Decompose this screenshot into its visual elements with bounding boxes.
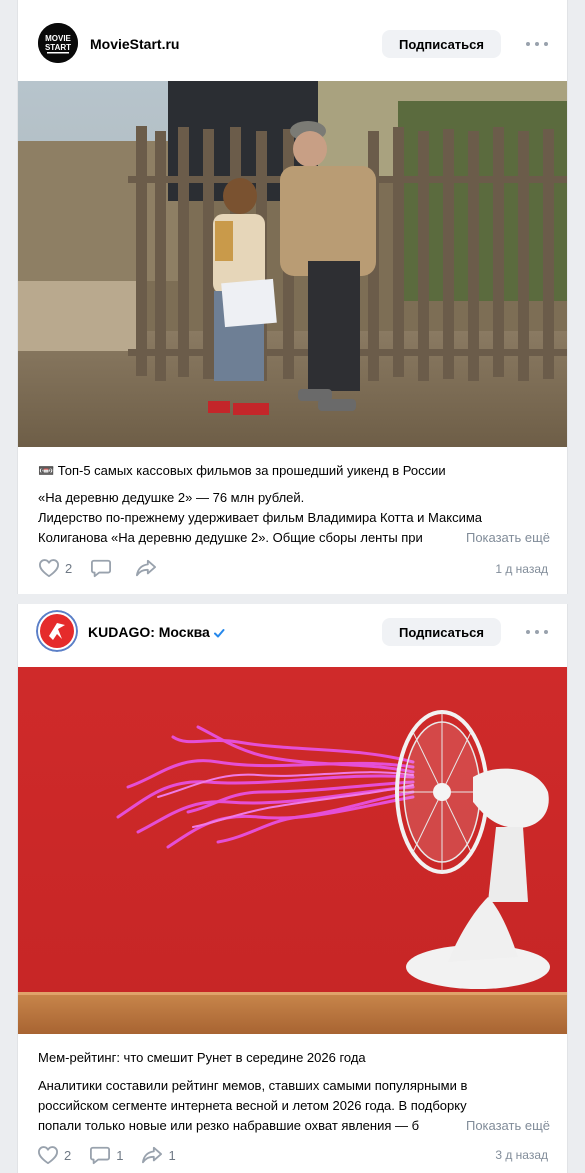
subscribe-button[interactable]: Подписаться xyxy=(382,30,501,58)
post-title: 📼 Топ-5 самых кассовых фильмов за прошед… xyxy=(38,463,446,478)
show-more-link[interactable]: Показать ещё xyxy=(463,1116,550,1136)
kudago-logo xyxy=(36,610,78,652)
svg-text:START: START xyxy=(45,43,71,52)
author-name[interactable]: MovieStart.ru xyxy=(90,36,179,52)
more-options-icon[interactable] xyxy=(526,34,548,54)
share-count: 1 xyxy=(168,1147,176,1163)
comment-icon xyxy=(91,559,112,578)
news-feed: MOVIE START MovieStart.ru Подписаться 📼 … xyxy=(0,0,585,1173)
comment-button[interactable]: 1 xyxy=(89,1145,123,1165)
post-card: MOVIE START MovieStart.ru Подписаться 📼 … xyxy=(17,0,568,594)
like-count: 2 xyxy=(64,1147,72,1163)
post-text-line: российском сегменте интернета весной и л… xyxy=(38,1098,467,1113)
show-more-link[interactable]: Показать ещё xyxy=(463,528,550,548)
post-text-line-last: попали только новые или резко набравшие … xyxy=(38,1116,550,1136)
post-photo[interactable] xyxy=(18,81,567,447)
film-still-image xyxy=(18,81,567,447)
post-text-line: Лидерство по-прежнему удерживает фильм В… xyxy=(38,510,483,525)
heart-icon xyxy=(39,559,59,578)
post-photo[interactable] xyxy=(18,667,567,1034)
post-text-line-last: Колиганова «На деревню дедушке 2». Общие… xyxy=(38,528,550,548)
heart-icon xyxy=(38,1146,58,1165)
fan-ribbons-image xyxy=(18,667,567,1034)
share-icon xyxy=(142,1146,163,1164)
like-button[interactable]: 2 xyxy=(37,1145,71,1165)
post-header: MOVIE START MovieStart.ru Подписаться xyxy=(18,0,567,81)
subscribe-button[interactable]: Подписаться xyxy=(382,618,501,646)
author-avatar[interactable] xyxy=(36,610,78,652)
post-actions: 2 1 1 xyxy=(37,1143,194,1167)
author-name-text: KUDAGO: Москва xyxy=(88,624,210,640)
post-text: «На деревню дедушке 2» — 76 млн рублей. … xyxy=(38,488,550,548)
post-timestamp[interactable]: 3 д назад xyxy=(495,1148,548,1162)
author-avatar[interactable]: MOVIE START xyxy=(38,23,78,63)
share-button[interactable] xyxy=(135,558,162,578)
share-icon xyxy=(136,559,157,577)
svg-text:MOVIE: MOVIE xyxy=(45,34,71,43)
comment-button[interactable] xyxy=(90,558,117,578)
comment-icon xyxy=(90,1146,111,1165)
moviestart-logo: MOVIE START xyxy=(38,23,78,63)
post-text-line: «На деревню дедушке 2» — 76 млн рублей. xyxy=(38,490,305,505)
post-text-line: попали только новые или резко набравшие … xyxy=(38,1118,420,1133)
post-actions: 2 xyxy=(38,556,180,580)
more-options-icon[interactable] xyxy=(526,622,548,642)
post-title: Мем-рейтинг: что смешит Рунет в середине… xyxy=(38,1050,366,1065)
post-header: KUDAGO: Москва Подписаться xyxy=(18,604,567,667)
post-card: KUDAGO: Москва Подписаться Мем-рейтинг: … xyxy=(17,604,568,1173)
post-timestamp[interactable]: 1 д назад xyxy=(495,562,548,576)
like-count: 2 xyxy=(65,560,73,576)
like-button[interactable]: 2 xyxy=(38,558,72,578)
verified-icon xyxy=(213,626,225,642)
share-button[interactable]: 1 xyxy=(141,1145,176,1165)
post-text: Аналитики составили рейтинг мемов, ставш… xyxy=(38,1076,550,1136)
comment-count: 1 xyxy=(116,1147,124,1163)
author-name[interactable]: KUDAGO: Москва xyxy=(88,624,225,642)
post-text-line: Аналитики составили рейтинг мемов, ставш… xyxy=(38,1078,468,1093)
post-text-line: Колиганова «На деревню дедушке 2». Общие… xyxy=(38,530,423,545)
